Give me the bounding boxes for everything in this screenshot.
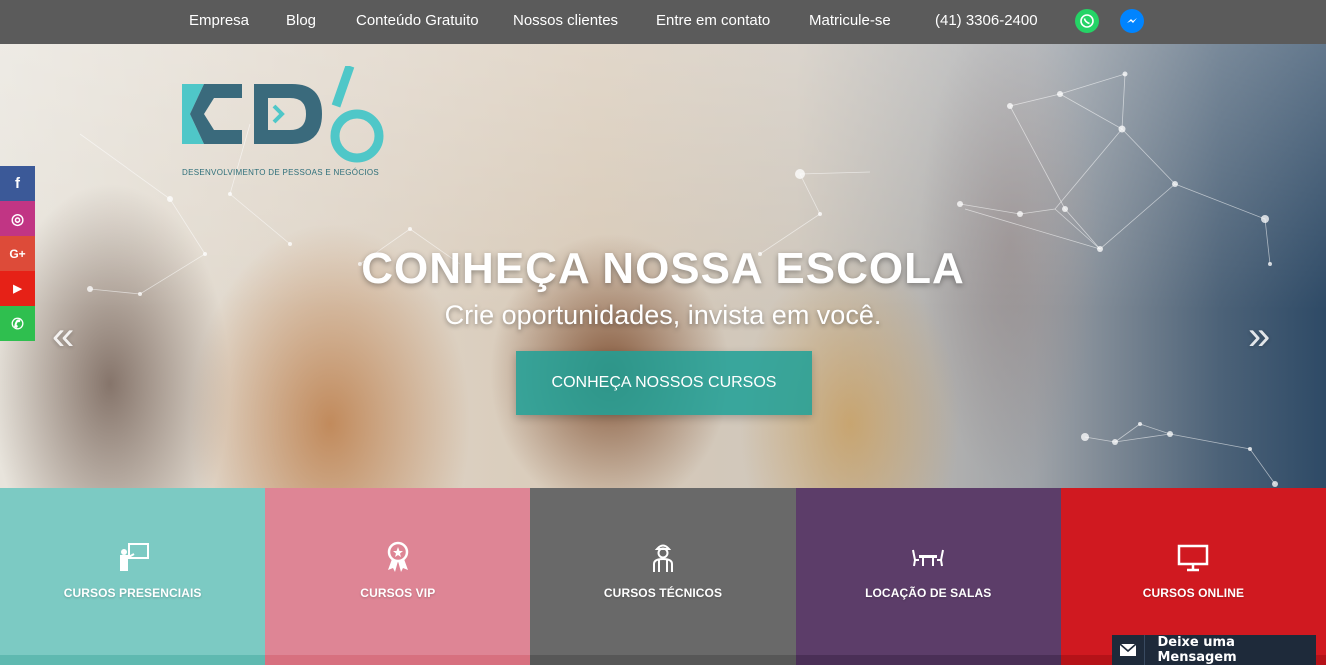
view-courses-button[interactable]: CONHEÇA NOSSOS CURSOS: [516, 351, 812, 415]
phone-link[interactable]: (41) 3306-2400: [935, 12, 1038, 29]
company-logo[interactable]: DESENVOLVIMENTO DE PESSOAS E NEGÓCIOS: [182, 64, 392, 186]
hero-slider: DESENVOLVIMENTO DE PESSOAS E NEGÓCIOS CO…: [0, 44, 1326, 488]
tile-label: CURSOS VIP: [360, 586, 436, 600]
google-plus-icon[interactable]: G+: [0, 236, 35, 271]
tile-bottom-bar: [265, 655, 531, 665]
top-navigation: Empresa Blog Conteúdo Gratuito Nossos cl…: [0, 0, 1326, 44]
nav-link-entre-em-contato[interactable]: Entre em contato: [656, 12, 770, 29]
tile-cursos-tecnicos[interactable]: CURSOS TÉCNICOS: [530, 488, 796, 665]
nav-link-blog[interactable]: Blog: [286, 12, 316, 29]
hero-subtitle: Crie oportunidades, invista em você.: [444, 300, 882, 330]
nav-link-conteudo-gratuito[interactable]: Conteúdo Gratuito: [356, 12, 479, 29]
hero-title: CONHEÇA NOSSA ESCOLA: [361, 244, 965, 293]
tile-label: CURSOS PRESENCIAIS: [63, 586, 202, 600]
nav-link-matricule-se[interactable]: Matricule-se: [809, 12, 891, 29]
nav-link-empresa[interactable]: Empresa: [189, 12, 249, 29]
slider-prev-arrow[interactable]: «: [52, 314, 74, 359]
tile-locacao-de-salas[interactable]: LOCAÇÃO DE SALAS: [795, 488, 1061, 665]
leave-message-widget[interactable]: Deixe uma Mensagem: [1112, 635, 1316, 665]
tile-cursos-vip[interactable]: CURSOS VIP: [265, 488, 531, 665]
messenger-icon[interactable]: [1120, 9, 1144, 33]
tile-label: LOCAÇÃO DE SALAS: [865, 586, 992, 600]
youtube-icon[interactable]: ▶: [0, 271, 35, 306]
tile-bottom-bar: [795, 655, 1061, 665]
tile-bottom-bar: [0, 655, 266, 665]
facebook-icon[interactable]: f: [0, 166, 35, 201]
presentation-icon: [119, 543, 149, 571]
tile-label: CURSOS TÉCNICOS: [603, 586, 723, 600]
tile-cursos-presenciais[interactable]: CURSOS PRESENCIAIS: [0, 488, 266, 665]
worker-icon: [653, 544, 673, 572]
monitor-icon: [1178, 544, 1209, 572]
tile-label: CURSOS ONLINE: [1142, 586, 1245, 600]
whatsapp-icon[interactable]: [1075, 9, 1099, 33]
leave-message-label: Deixe uma Mensagem: [1157, 635, 1237, 665]
award-icon: [387, 541, 409, 572]
instagram-icon[interactable]: ◎: [0, 201, 35, 236]
whatsapp-icon[interactable]: ✆: [0, 306, 35, 341]
cd6-logo-mark: [182, 64, 384, 163]
tile-bottom-bar: [530, 655, 796, 665]
social-sidebar: f ◎ G+ ▶ ✆: [0, 166, 35, 341]
logo-tagline: DESENVOLVIMENTO DE PESSOAS E NEGÓCIOS: [182, 168, 380, 177]
meeting-table-icon: [912, 549, 945, 567]
slider-next-arrow[interactable]: »: [1248, 314, 1270, 359]
nav-link-nossos-clientes[interactable]: Nossos clientes: [513, 12, 618, 29]
envelope-icon: [1112, 635, 1146, 665]
